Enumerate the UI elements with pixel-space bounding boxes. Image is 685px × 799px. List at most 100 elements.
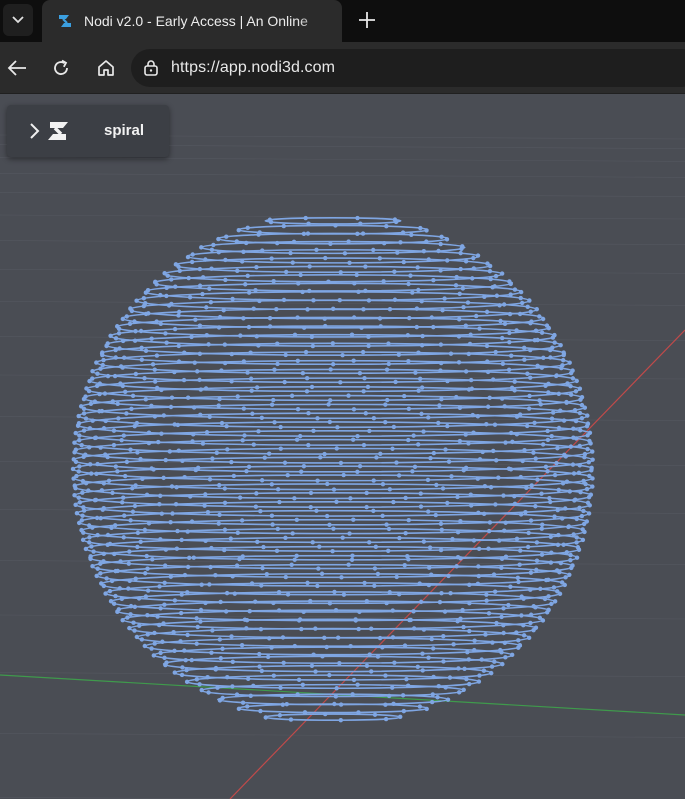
spiral-point <box>176 309 182 315</box>
spiral-point <box>172 369 177 375</box>
spiral-point <box>235 268 240 274</box>
spiral-point <box>556 425 562 431</box>
spiral-point <box>338 717 344 723</box>
spiral-point <box>184 667 189 673</box>
spiral-point <box>269 482 275 487</box>
spiral-point <box>295 692 300 697</box>
spiral-point <box>309 384 315 390</box>
home-button[interactable] <box>92 54 120 82</box>
new-tab-button[interactable] <box>352 5 382 35</box>
spiral-point <box>416 350 421 355</box>
spiral-point <box>590 457 595 462</box>
spiral-point <box>83 416 89 421</box>
file-panel[interactable]: spiral <box>7 105 169 157</box>
spiral-point <box>94 383 100 389</box>
spiral-point <box>301 464 307 469</box>
spiral-point <box>477 326 482 331</box>
spiral-point <box>154 319 159 324</box>
spiral-point <box>421 248 427 254</box>
spiral-point <box>180 665 185 670</box>
spiral-point <box>224 424 229 429</box>
scene-canvas[interactable] <box>0 95 685 799</box>
spiral-point <box>563 575 568 580</box>
spiral-point <box>132 503 138 509</box>
spiral-point <box>97 391 102 397</box>
spiral-point <box>380 481 386 487</box>
spiral-point <box>375 654 381 659</box>
spiral-point <box>372 712 378 717</box>
spiral-point <box>269 645 274 650</box>
spiral-point <box>426 415 431 420</box>
spiral-point <box>111 428 117 433</box>
spiral-point <box>584 423 590 429</box>
spiral-point <box>485 369 491 375</box>
tab-list-button[interactable] <box>3 4 33 36</box>
spiral-point <box>209 545 214 551</box>
spiral-point <box>419 385 425 390</box>
3d-viewport[interactable]: spiral <box>0 95 685 799</box>
spiral-sphere-object[interactable] <box>70 215 595 723</box>
spiral-point <box>189 519 195 524</box>
spiral-point <box>324 644 329 650</box>
spiral-point <box>533 456 538 461</box>
address-bar[interactable]: https://app.nodi3d.com <box>131 49 685 87</box>
spiral-point <box>126 586 131 591</box>
reload-button[interactable] <box>47 54 75 82</box>
spiral-point <box>401 393 407 399</box>
spiral-point <box>90 564 95 569</box>
spiral-point <box>303 349 309 355</box>
spiral-point <box>216 521 221 526</box>
spiral-point <box>135 544 140 550</box>
spiral-point <box>93 435 99 440</box>
spiral-point <box>325 481 330 487</box>
chevron-right-icon[interactable] <box>29 122 41 140</box>
spiral-point <box>223 277 228 283</box>
spiral-point <box>304 389 310 394</box>
spiral-point <box>90 369 95 374</box>
spiral-point <box>219 368 224 373</box>
spiral-point <box>410 469 415 474</box>
active-tab[interactable]: Nodi v2.0 - Early Access | An Online <box>42 0 342 42</box>
spiral-point <box>489 670 494 676</box>
spiral-point <box>73 502 78 508</box>
spiral-point <box>574 378 579 384</box>
site-info-icon[interactable] <box>143 59 159 77</box>
spiral-point <box>484 309 490 315</box>
spiral-point <box>514 328 519 333</box>
spiral-point <box>531 450 536 455</box>
spiral-point <box>258 708 263 714</box>
spiral-point <box>420 651 425 656</box>
spiral-point <box>300 371 306 376</box>
spiral-point <box>515 575 521 581</box>
spiral-point <box>424 228 429 233</box>
spiral-point <box>477 673 482 678</box>
spiral-point <box>442 296 447 301</box>
spiral-point <box>335 425 340 430</box>
spiral-point <box>501 630 506 636</box>
spiral-point <box>255 539 260 545</box>
spiral-point <box>194 616 199 621</box>
spiral-point <box>385 397 390 403</box>
spiral-point <box>288 717 294 722</box>
back-button[interactable] <box>3 54 31 82</box>
spiral-point <box>330 306 336 312</box>
spiral-point <box>579 513 585 519</box>
spiral-point <box>506 602 511 608</box>
spiral-point <box>185 395 191 400</box>
spiral-point <box>334 686 339 691</box>
spiral-point <box>158 321 164 327</box>
spiral-point <box>518 295 523 301</box>
spiral-point <box>211 242 216 248</box>
spiral-point <box>143 571 148 576</box>
spiral-point <box>539 330 545 335</box>
spiral-point <box>356 289 361 295</box>
spiral-point <box>568 552 573 558</box>
spiral-point <box>417 581 422 586</box>
spiral-point <box>528 570 534 575</box>
spiral-point <box>330 341 336 346</box>
spiral-point <box>535 363 540 369</box>
spiral-point <box>118 559 123 564</box>
spiral-point <box>418 599 424 605</box>
spiral-point <box>454 394 459 400</box>
spiral-point <box>556 532 561 538</box>
